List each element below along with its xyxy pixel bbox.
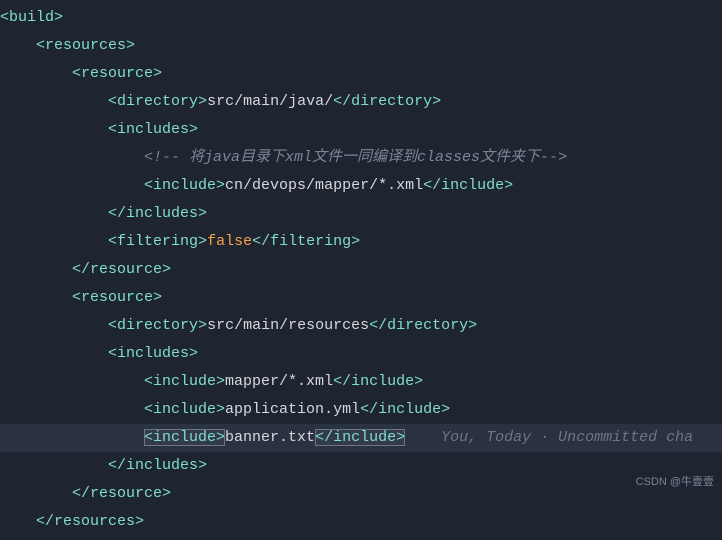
code-line[interactable]: <resource> — [0, 60, 722, 88]
xml-tag: </include> — [423, 177, 513, 194]
xml-text: banner.txt — [225, 429, 315, 446]
xml-keyword: false — [207, 233, 252, 250]
xml-tag: <build> — [0, 9, 63, 26]
code-line[interactable]: <includes> — [0, 340, 722, 368]
code-line[interactable]: <resource> — [0, 284, 722, 312]
code-line[interactable]: </resource> — [0, 480, 722, 508]
code-line-highlighted[interactable]: <include>banner.txt</include> You, Today… — [0, 424, 722, 452]
xml-text: mapper/*.xml — [225, 373, 333, 390]
xml-tag: </include> — [360, 401, 450, 418]
xml-tag: <directory> — [108, 317, 207, 334]
xml-tag: <resource> — [72, 289, 162, 306]
watermark-label: CSDN @牛壹壹 — [636, 468, 714, 496]
xml-tag: <include> — [144, 401, 225, 418]
code-editor[interactable]: <build> <resources> <resource> <director… — [0, 0, 722, 540]
code-line[interactable]: <!-- 将java目录下xml文件一同编译到classes文件夹下--> — [0, 144, 722, 172]
xml-tag: </include> — [333, 373, 423, 390]
code-line[interactable]: <includes> — [0, 116, 722, 144]
code-line[interactable]: <include>application.yml</include> — [0, 396, 722, 424]
xml-tag: <filtering> — [108, 233, 207, 250]
xml-tag: <resources> — [36, 37, 135, 54]
xml-tag: <include> — [144, 177, 225, 194]
xml-text: application.yml — [225, 401, 360, 418]
xml-tag: <include> — [144, 373, 225, 390]
xml-text: cn/devops/mapper/*.xml — [225, 177, 423, 194]
xml-tag: </includes> — [108, 457, 207, 474]
code-line[interactable]: </resource> — [0, 256, 722, 284]
xml-tag: <include> — [144, 429, 225, 446]
xml-text: src/main/resources — [207, 317, 369, 334]
code-line[interactable]: <directory>src/main/java/</directory> — [0, 88, 722, 116]
xml-tag: </includes> — [108, 205, 207, 222]
code-line[interactable]: <build> — [0, 4, 722, 32]
xml-tag: </resource> — [72, 485, 171, 502]
code-line[interactable]: <directory>src/main/resources</directory… — [0, 312, 722, 340]
code-line[interactable]: <filtering>false</filtering> — [0, 228, 722, 256]
vcs-inline-hint: You, Today · Uncommitted cha — [441, 429, 693, 446]
xml-tag: <includes> — [108, 121, 198, 138]
xml-tag: </filtering> — [252, 233, 360, 250]
xml-tag: <directory> — [108, 93, 207, 110]
xml-tag: </include> — [315, 429, 405, 446]
code-line[interactable]: </includes> — [0, 452, 722, 480]
xml-tag: </resource> — [72, 261, 171, 278]
xml-tag: <includes> — [108, 345, 198, 362]
xml-text: src/main/java/ — [207, 93, 333, 110]
code-line[interactable]: </resources> — [0, 508, 722, 536]
xml-tag: </directory> — [333, 93, 441, 110]
code-line[interactable]: </includes> — [0, 200, 722, 228]
code-line[interactable]: <include>cn/devops/mapper/*.xml</include… — [0, 172, 722, 200]
xml-comment: <!-- 将java目录下xml文件一同编译到classes文件夹下--> — [144, 149, 567, 166]
code-line[interactable]: <include>mapper/*.xml</include> — [0, 368, 722, 396]
xml-tag: </directory> — [369, 317, 477, 334]
xml-tag: <resource> — [72, 65, 162, 82]
xml-tag: </resources> — [36, 513, 144, 530]
code-line[interactable]: <resources> — [0, 32, 722, 60]
